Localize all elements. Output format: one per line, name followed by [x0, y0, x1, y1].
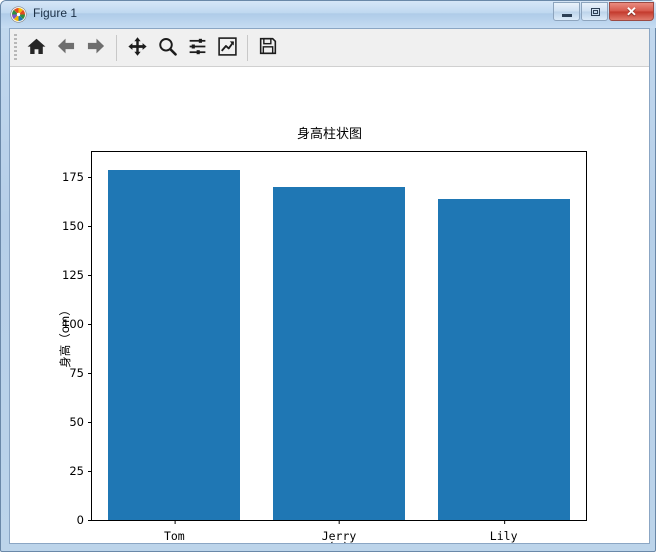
- maximize-button[interactable]: [581, 2, 608, 21]
- y-tick-label: 100: [46, 317, 92, 331]
- home-icon: [26, 36, 47, 60]
- figure-canvas[interactable]: 身高柱状图 身高（cm） 0 25 50 75 100 125 150 175 Tom Jerr…: [10, 67, 649, 543]
- matplotlib-pinwheel-icon: [10, 6, 27, 23]
- y-tick-label: 175: [46, 170, 92, 184]
- floppy-disk-icon: [258, 36, 278, 59]
- y-tick-label: 75: [46, 366, 92, 380]
- maximize-icon: [591, 8, 600, 16]
- minimize-icon: [562, 14, 572, 17]
- toolbar-grip[interactable]: [14, 33, 17, 62]
- home-button[interactable]: [21, 33, 51, 63]
- bar-series: [92, 152, 586, 520]
- magnifier-icon: [157, 36, 178, 60]
- minimize-button[interactable]: [553, 2, 580, 21]
- forward-button[interactable]: [81, 33, 111, 63]
- chart-title: 身高柱状图: [296, 127, 362, 142]
- y-tick-label: 50: [46, 415, 92, 429]
- close-icon: ✕: [626, 3, 637, 19]
- move-arrows-icon: [127, 36, 148, 60]
- arrow-right-icon: [85, 35, 107, 60]
- close-button[interactable]: ✕: [609, 2, 654, 21]
- back-button[interactable]: [51, 33, 81, 63]
- y-tick-label: 0: [46, 513, 92, 527]
- plot-axes: 0 25 50 75 100 125 150 175 Tom Jerry Lily: [62, 151, 587, 543]
- arrow-left-icon: [55, 35, 77, 60]
- window-controls: ✕: [552, 2, 654, 21]
- window-title: Figure 1: [33, 6, 78, 20]
- figure-window: Figure 1 ✕ 身高柱状图 身高（cm） 0 25 50 75 100 1…: [0, 0, 656, 552]
- bar-jerry: [273, 187, 405, 520]
- title-bar[interactable]: Figure 1 ✕: [1, 1, 656, 28]
- chart-line-icon: [217, 36, 238, 60]
- pan-button[interactable]: [122, 33, 152, 63]
- sliders-icon: [187, 36, 208, 60]
- toolbar-separator: [116, 34, 117, 61]
- zoom-button[interactable]: [152, 33, 182, 63]
- edit-curves-button[interactable]: [212, 33, 242, 63]
- y-tick-label: 125: [46, 268, 92, 282]
- navigation-toolbar: [10, 29, 649, 67]
- toolbar-separator: [247, 34, 248, 61]
- client-area: 身高柱状图 身高（cm） 0 25 50 75 100 125 150 175 Tom Jerr…: [9, 28, 650, 544]
- bar-tom: [108, 169, 241, 520]
- save-button[interactable]: [253, 33, 283, 63]
- x-axis-label: 名字: [91, 539, 587, 543]
- configure-subplots-button[interactable]: [182, 33, 212, 63]
- y-tick-label: 150: [46, 219, 92, 233]
- bar-lily: [437, 198, 570, 520]
- y-tick-label: 25: [46, 464, 92, 478]
